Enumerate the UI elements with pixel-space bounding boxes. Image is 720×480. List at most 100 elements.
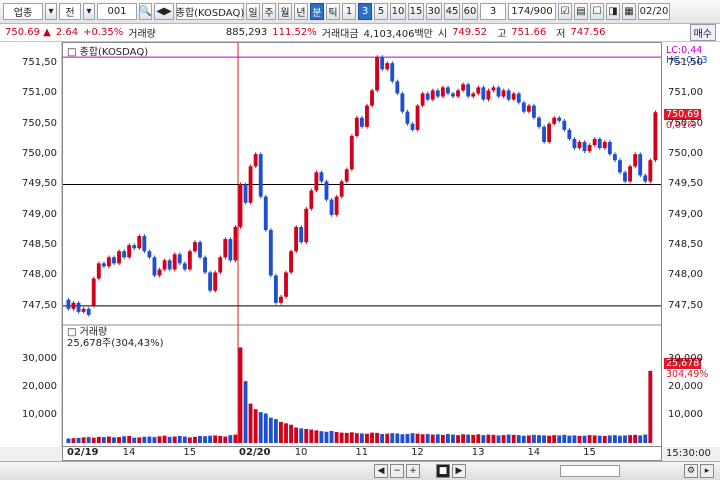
high-label: 고: [497, 29, 507, 40]
candle-body: [638, 154, 643, 176]
settings-icon[interactable]: ⚙: [684, 464, 698, 478]
toolbar-item-0[interactable]: 업종: [3, 3, 43, 20]
toolbar-item-27[interactable]: ◨: [606, 3, 620, 20]
candle-body: [96, 263, 101, 279]
toolbar-item-26[interactable]: ☐: [590, 3, 604, 20]
scroll-right-icon[interactable]: ▶: [452, 464, 466, 478]
volume-bar: [253, 409, 258, 443]
candlestick-chart-svg[interactable]: □ 종합(KOSDAQ) □ 거래량25,678주(304,43%): [63, 43, 661, 446]
time-tick-label: 15: [583, 447, 596, 458]
volume-bar: [117, 437, 121, 443]
expand-icon[interactable]: ▸: [700, 464, 714, 478]
toolbar-item-15[interactable]: 3: [358, 3, 372, 20]
toolbar-item-18[interactable]: 15: [408, 3, 424, 20]
scroll-thumb[interactable]: [560, 465, 620, 477]
chart-area[interactable]: □ 종합(KOSDAQ) □ 거래량 25,678주(304,43%): [62, 42, 662, 447]
volume-bar: [218, 435, 223, 443]
candle-body: [385, 63, 390, 70]
volume-bar: [471, 434, 476, 443]
candle-body: [395, 81, 400, 94]
toolbar-item-12[interactable]: 분: [310, 3, 324, 20]
volume-bar: [349, 432, 354, 443]
volume-bar: [521, 435, 526, 443]
right-price-axis: LC:0,44 HC:-0,13 750,69 0,01% 25,678 304…: [662, 42, 720, 447]
volume-tick-label: 30,000: [22, 352, 57, 364]
candle-body: [147, 251, 152, 258]
candle-body: [400, 93, 405, 112]
volume-bar: [365, 433, 369, 443]
candle-body: [365, 105, 369, 127]
price-tick-label: 749,00: [668, 208, 703, 220]
volume-bar: [106, 436, 111, 443]
volume-bar: [557, 435, 562, 443]
candle-body: [633, 154, 638, 167]
volume-bar: [243, 381, 248, 443]
volume-bar: [304, 428, 309, 443]
toolbar-item-25[interactable]: ▤: [574, 3, 588, 20]
price-tick-label: 750,00: [668, 148, 703, 160]
open-label: 시: [437, 29, 448, 40]
toolbar-item-23[interactable]: 174/900: [508, 3, 556, 20]
volume-bar: [334, 432, 339, 443]
price-tick-label: 749,50: [668, 178, 703, 190]
toolbar-item-17[interactable]: 10: [390, 3, 406, 20]
candle-body: [572, 138, 577, 149]
volume-panel-title: □ 거래량: [67, 326, 107, 338]
toolbar-item-16[interactable]: 5: [374, 3, 388, 20]
toolbar-item-6[interactable]: ◀▶: [154, 3, 174, 20]
buy-sell-button[interactable]: 매수: [689, 24, 716, 41]
volume-bar: [562, 434, 567, 443]
toolbar-item-22[interactable]: 3: [480, 3, 506, 20]
volume-bar: [354, 433, 359, 443]
volume-bar: [142, 436, 147, 443]
toolbar-item-7[interactable]: 종합(KOSDAQ): [176, 3, 244, 20]
candle-body: [628, 166, 633, 182]
toolbar-item-1[interactable]: ▾: [45, 3, 57, 20]
candle-body: [623, 172, 627, 182]
volume-bar: [385, 433, 390, 443]
candle-body: [506, 90, 511, 100]
volume-bar: [182, 436, 187, 443]
toolbar-item-29[interactable]: 02/20: [638, 3, 670, 20]
toolbar-item-5[interactable]: 🔍: [139, 3, 152, 20]
toolbar-item-28[interactable]: ▦: [622, 3, 636, 20]
toolbar-item-20[interactable]: 45: [444, 3, 460, 20]
toolbar-item-14[interactable]: 1: [342, 3, 356, 20]
open-value: 749.52: [452, 27, 488, 38]
toolbar-item-8[interactable]: 일: [246, 3, 260, 20]
current-price: 750.69 ▲: [5, 27, 51, 38]
volume-bar: [86, 437, 91, 443]
candle-body: [279, 296, 283, 303]
toolbar-item-4[interactable]: 001: [97, 3, 137, 20]
stop-icon[interactable]: ■: [436, 464, 450, 478]
candle-body: [547, 123, 552, 143]
volume-bar: [177, 435, 182, 443]
toolbar-item-21[interactable]: 60: [462, 3, 478, 20]
zoom-out-icon[interactable]: −: [390, 464, 404, 478]
volume-bar: [112, 437, 116, 443]
toolbar-item-13[interactable]: 틱: [326, 3, 340, 20]
toolbar-item-19[interactable]: 30: [426, 3, 442, 20]
volume-bar: [101, 437, 106, 443]
volume-bar: [547, 435, 552, 443]
volume-bar: [223, 436, 228, 443]
toolbar-item-2[interactable]: 전: [59, 3, 81, 20]
toolbar-item-24[interactable]: ☑: [558, 3, 572, 20]
volume-bar: [81, 437, 86, 443]
volume-bar: [284, 423, 288, 443]
volume-bar: [152, 437, 157, 443]
price-tick-label: 751,50: [668, 57, 703, 69]
time-tick-label: 14: [527, 447, 541, 458]
toolbar-item-10[interactable]: 월: [278, 3, 292, 20]
volume-label: 거래량: [128, 29, 156, 40]
toolbar-item-11[interactable]: 년: [294, 3, 308, 20]
candle-body: [284, 272, 288, 297]
toolbar-item-3[interactable]: ▾: [83, 3, 95, 20]
volume-bar: [476, 434, 481, 443]
zoom-in-icon[interactable]: +: [406, 464, 420, 478]
price-tick-label: 751,00: [668, 87, 703, 99]
volume-bar: [461, 434, 466, 443]
candle-body: [314, 172, 319, 191]
toolbar-item-9[interactable]: 주: [262, 3, 276, 20]
scroll-left-icon[interactable]: ◀: [374, 464, 388, 478]
